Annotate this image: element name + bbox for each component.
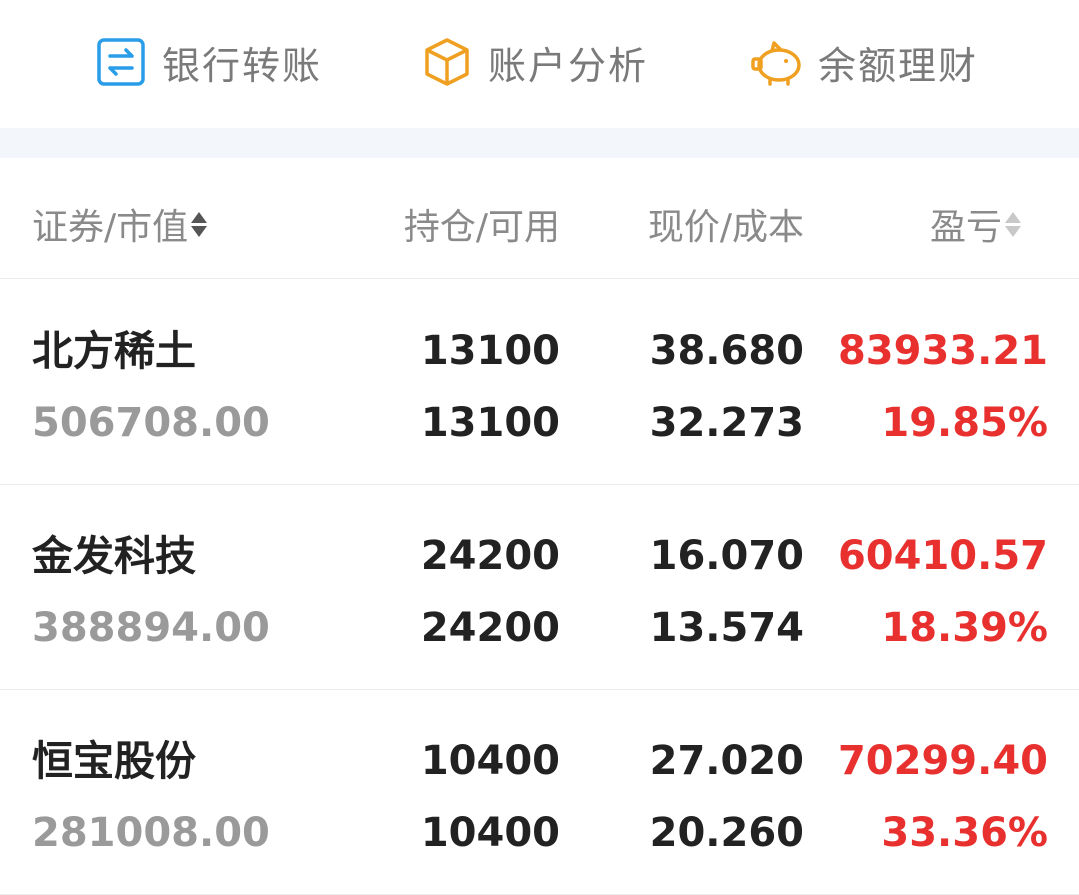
header-price: 现价/成本 [648, 198, 804, 250]
piggy-bank-icon [750, 35, 804, 89]
table-row[interactable]: 恒宝股份 281008.00 10400 10400 27.020 20.260… [0, 689, 1079, 895]
profit-loss: 60410.57 [837, 533, 1048, 579]
market-value: 281008.00 [32, 810, 270, 856]
header-position-label: 持仓/可用 [403, 207, 560, 248]
current-price: 16.070 [649, 533, 804, 579]
profit-loss: 83933.21 [837, 328, 1048, 374]
sort-icon [1005, 211, 1021, 237]
current-price: 27.020 [649, 738, 804, 784]
stock-name: 恒宝股份 [32, 737, 196, 785]
table-row[interactable]: 金发科技 388894.00 24200 24200 16.070 13.574… [0, 484, 1079, 690]
cost-price: 32.273 [649, 400, 804, 446]
profit-loss-pct: 33.36% [881, 810, 1048, 856]
header-pl-label: 盈亏 [929, 207, 1002, 248]
cost-price: 20.260 [649, 810, 804, 856]
stock-name: 北方稀土 [32, 327, 196, 375]
header-security[interactable]: 证券/市值 [32, 198, 208, 250]
table-row[interactable]: 北方稀土 506708.00 13100 13100 38.680 32.273… [0, 279, 1079, 485]
market-value: 506708.00 [32, 400, 270, 446]
header-pl[interactable]: 盈亏 [930, 198, 1021, 250]
holding-qty: 13100 [420, 328, 560, 374]
balance-wealth-button[interactable]: 余额理财 [750, 30, 978, 94]
available-qty: 10400 [420, 810, 560, 856]
header-position: 持仓/可用 [404, 198, 560, 250]
table-header: 证券/市值 持仓/可用 现价/成本 盈亏 [0, 158, 1079, 279]
header-price-label: 现价/成本 [647, 207, 804, 248]
account-analysis-label: 账户分析 [488, 43, 649, 88]
holding-qty: 24200 [420, 533, 560, 579]
section-divider [0, 128, 1079, 158]
account-analysis-button[interactable]: 账户分析 [420, 30, 648, 94]
profit-loss-pct: 18.39% [881, 605, 1048, 651]
balance-wealth-label: 余额理财 [818, 43, 979, 88]
holding-qty: 10400 [420, 738, 560, 784]
quick-actions-bar: 银行转账 账户分析 余额理财 [0, 0, 1079, 128]
bank-transfer-button[interactable]: 银行转账 [94, 30, 322, 94]
profit-loss-pct: 19.85% [881, 400, 1048, 446]
cube-icon [420, 35, 474, 89]
market-value: 388894.00 [32, 605, 270, 651]
stock-name: 金发科技 [32, 532, 196, 580]
bank-transfer-label: 银行转账 [162, 43, 323, 88]
current-price: 38.680 [649, 328, 804, 374]
cost-price: 13.574 [649, 605, 804, 651]
bank-transfer-icon [94, 35, 148, 89]
header-security-label: 证券/市值 [32, 207, 189, 248]
sort-icon [191, 211, 208, 237]
available-qty: 13100 [420, 400, 560, 446]
profit-loss: 70299.40 [837, 738, 1048, 784]
available-qty: 24200 [420, 605, 560, 651]
